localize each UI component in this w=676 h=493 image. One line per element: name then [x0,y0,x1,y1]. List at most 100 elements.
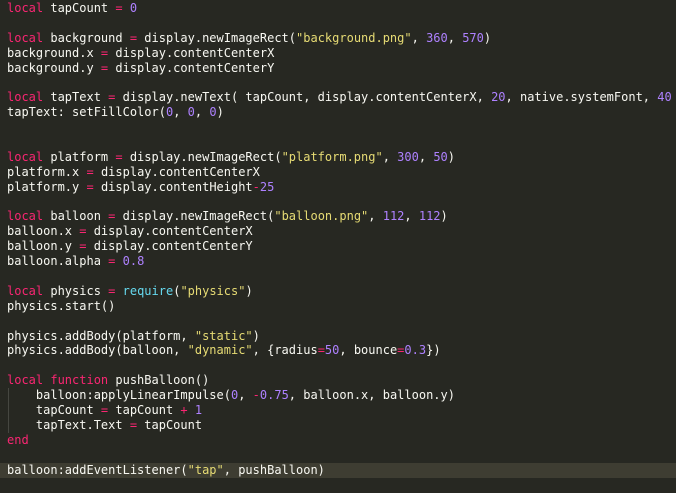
code-token: 360 [426,30,448,45]
code-token: = [115,149,123,164]
code-token: , [173,105,188,120]
code-token: 40 [657,90,672,105]
code-line[interactable]: background.y = display.contentCenterY [0,61,676,76]
code-line[interactable]: local platform = display.newImageRect("p… [0,150,676,165]
code-token: balloon:addEventListener( [7,462,188,477]
code-token: 300 [397,149,419,164]
code-token: "static" [194,328,253,343]
code-token: "dynamic" [187,343,253,358]
code-token: , pushBalloon) [223,462,325,477]
code-token: local [7,149,44,164]
code-line[interactable] [0,16,676,31]
code-token: balloon:applyLinearImpulse( [7,388,231,403]
code-token: 50 [433,149,448,164]
code-token: ) [440,209,448,224]
code-token: platform [43,149,116,164]
code-token: , [404,209,419,224]
code-token: ) [483,30,492,45]
code-line[interactable]: physics.addBody(balloon, "dynamic", {rad… [0,343,676,358]
code-token: physics.addBody(balloon, [7,343,188,358]
code-line[interactable] [0,448,676,463]
code-line[interactable]: local tapCount = 0 [0,1,676,16]
code-line[interactable]: balloon.x = display.contentCenterX [0,224,676,239]
current-code-line[interactable]: balloon:addEventListener("tap", pushBall… [0,462,676,478]
code-line[interactable]: balloon:applyLinearImpulse(0, -0.75, bal… [0,388,676,404]
indent-guide [8,417,9,433]
code-token: require [122,283,174,298]
code-editor[interactable]: local tapCount = 0 local background = dis… [0,0,676,493]
code-token: , balloon.x, balloon.y) [288,388,455,403]
code-token: "platform.png" [281,149,383,164]
code-line[interactable]: platform.x = display.contentCenterX [0,165,676,180]
code-line[interactable]: balloon.alpha = 0.8 [0,254,676,269]
code-token: = [129,417,138,432]
code-token: ) [447,149,455,164]
code-token: , [382,149,398,164]
code-token: 0.75 [259,388,289,403]
code-line[interactable]: platform.y = display.contentHeight-25 [0,180,676,195]
code-line[interactable]: physics.start() [0,299,676,314]
code-token: local [7,30,44,45]
code-token: display.contentCenterX [93,164,260,179]
code-token: 0.3 [404,343,427,358]
code-token: balloon.x [7,224,80,239]
code-token: 0 [187,105,195,120]
code-line[interactable]: background.x = display.contentCenterX [0,46,676,61]
code-line[interactable]: local balloon = display.newImageRect("ba… [0,209,676,224]
code-token: 20 [491,90,506,105]
code-line[interactable] [0,135,676,150]
code-line[interactable]: local physics = require("physics") [0,284,676,299]
code-token: ) [252,328,260,343]
code-lines[interactable]: local tapCount = 0 local background = dis… [0,1,676,478]
code-token: "background.png" [296,30,412,45]
code-token: background [43,30,130,45]
code-token: display.contentCenterY [108,60,275,75]
code-token: platform.x [7,164,87,179]
code-token: }) [426,343,441,358]
code-token: 570 [462,30,484,45]
code-line[interactable] [0,195,676,210]
code-line[interactable]: balloon.y = display.contentCenterY [0,239,676,254]
code-token: 50 [324,343,340,358]
code-token: display.newImageRect( [122,149,282,164]
code-token: balloon.y [7,239,80,254]
code-token: , {radius [252,343,318,358]
code-token: balloon [43,209,109,224]
code-line[interactable] [0,314,676,329]
code-token: , bounce [339,343,398,358]
code-line[interactable]: local background = display.newImageRect(… [0,31,676,46]
code-token: local [7,283,44,298]
code-line[interactable]: local tapText = display.newText( tapCoun… [0,90,676,105]
code-token: + [180,403,188,418]
code-line[interactable]: tapText: setFillColor(0, 0, 0) [0,105,676,120]
code-token: tapCount [7,403,101,418]
code-token: display.newText( tapCount, display.conte… [115,90,492,105]
code-token: 112 [382,209,405,224]
code-line[interactable]: tapCount = tapCount + 1 [0,403,676,418]
code-line[interactable]: tapText.Text = tapCount [0,417,676,433]
code-line[interactable]: local function pushBalloon() [0,373,676,388]
code-token: = [86,164,94,179]
code-line[interactable]: end [0,433,676,448]
code-token: background.x [7,45,101,60]
code-token: display.contentHeight [93,179,253,194]
code-token: 25 [259,179,275,194]
code-token: background.y [7,60,101,75]
code-token: ) [216,105,224,120]
code-token: display.contentCenterY [86,239,253,254]
code-token: local [7,209,44,224]
code-token: "tap" [187,462,224,477]
code-line[interactable] [0,269,676,284]
code-line[interactable] [0,358,676,373]
code-token: = [115,1,123,15]
code-token: 0 [129,1,138,15]
code-token: pushBalloon() [108,373,210,388]
code-token: , [411,30,427,45]
code-line[interactable] [0,120,676,135]
code-line[interactable]: physics.addBody(platform, "static") [0,329,676,344]
code-token: = [317,343,325,358]
code-line[interactable] [0,75,676,90]
